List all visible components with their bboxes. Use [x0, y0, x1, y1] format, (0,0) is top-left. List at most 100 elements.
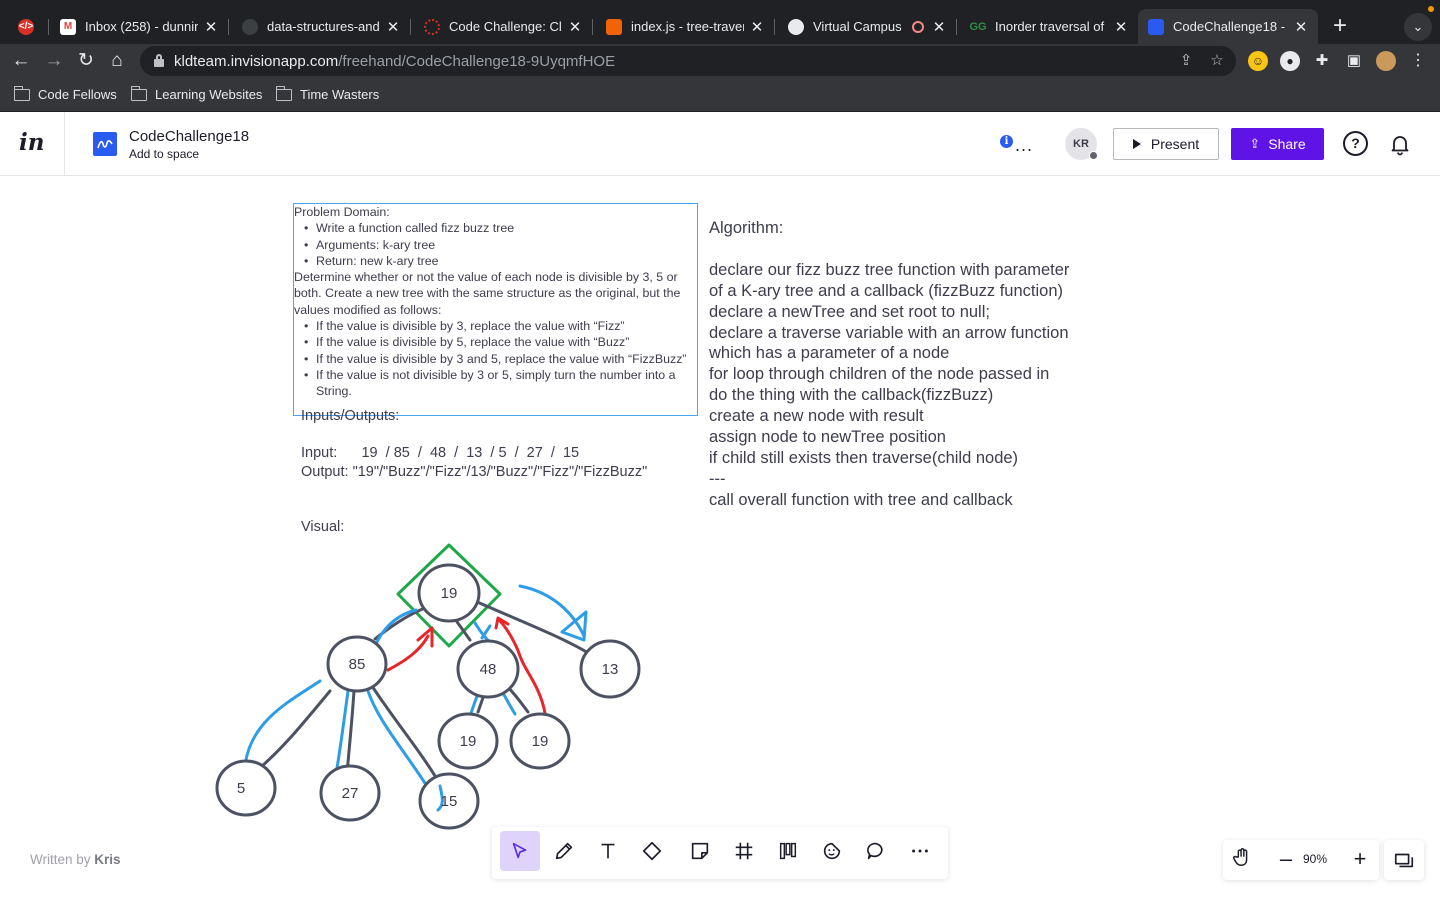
tab-gmail[interactable]: M Inbox (258) - dunnin ✕ — [50, 9, 229, 44]
close-tab-icon[interactable]: ✕ — [930, 18, 948, 36]
reload-button[interactable]: ↻ — [73, 48, 99, 74]
problem-description: Determine whether or not the value of ea… — [294, 270, 681, 317]
home-button[interactable]: ⌂ — [104, 48, 130, 74]
user-avatar[interactable]: KR — [1065, 128, 1098, 160]
add-to-space-link[interactable]: Add to space — [129, 147, 199, 161]
node-label: 19 — [441, 585, 458, 602]
stickers-tool[interactable] — [812, 831, 852, 871]
close-tab-icon[interactable]: ✕ — [566, 18, 584, 36]
bookmark-folder-learning-websites[interactable]: Learning Websites — [130, 85, 262, 102]
hand-pan-tool[interactable] — [1228, 846, 1256, 874]
rule-bullet: If the value is divisible by 5, replace … — [294, 334, 697, 351]
folder-icon — [13, 85, 30, 101]
bookmark-star-icon[interactable]: ☆ — [1208, 52, 1226, 70]
screens-icon — [1394, 853, 1414, 868]
rule-bullet: If the value is not divisible by 3 or 5,… — [294, 367, 697, 400]
share-page-icon[interactable]: ⇪ — [1177, 52, 1195, 70]
problem-bullets: Write a function called fizz buzz tree A… — [294, 220, 697, 269]
freehand-icon — [1148, 18, 1164, 35]
new-tab-button[interactable]: + — [1326, 13, 1354, 41]
pen-tool[interactable] — [544, 831, 584, 871]
close-tab-icon[interactable]: ✕ — [202, 18, 220, 36]
node-label: 15 — [441, 793, 458, 810]
shape-tool[interactable] — [632, 831, 672, 871]
layout-tool[interactable] — [768, 831, 808, 871]
share-button[interactable]: ⇪ Share — [1231, 128, 1324, 160]
share-icon: ⇪ — [1249, 136, 1261, 151]
browser-menu-icon[interactable]: ⋮ — [1408, 51, 1428, 71]
tab-title: Virtual Campus — [813, 19, 902, 34]
forward-button[interactable]: → — [41, 48, 67, 74]
sticky-note-tool[interactable] — [680, 831, 720, 871]
side-panel-icon[interactable]: ▣ — [1344, 51, 1364, 71]
visual-label: Visual: — [301, 519, 345, 535]
tab-github[interactable]: data-structures-and ✕ — [232, 9, 411, 44]
tab-search-button[interactable]: ⌄ — [1404, 13, 1432, 41]
address-bar[interactable]: kldteam.invisionapp.com/freehand/CodeCha… — [140, 46, 1236, 76]
frame-tool[interactable] — [724, 831, 764, 871]
inputs-outputs-label: Inputs/Outputs: — [301, 408, 400, 424]
sticky-note-icon — [691, 842, 709, 860]
algorithm-line: --- — [709, 469, 726, 488]
url-text[interactable]: kldteam.invisionapp.com/freehand/CodeCha… — [174, 53, 615, 70]
app-header: in CodeChallenge18 Add to space i ... KR… — [0, 112, 1440, 176]
tree-node-19-root — [417, 563, 481, 623]
close-tab-icon[interactable]: ✕ — [384, 18, 402, 36]
problem-domain-textbox[interactable]: Problem Domain: Write a function called … — [293, 203, 698, 416]
help-button[interactable]: ? — [1343, 131, 1368, 156]
tree-node-19-right — [509, 712, 571, 770]
browser-tab-strip: </> M Inbox (258) - dunnin ✕ data-struct… — [0, 0, 1440, 44]
tab-title: Code Challenge: Cla — [449, 19, 562, 34]
document-title[interactable]: CodeChallenge18 — [129, 128, 249, 145]
hand-icon — [1233, 848, 1248, 866]
notifications-bell-icon[interactable] — [1388, 132, 1412, 156]
circle-extension-icon[interactable]: ● — [1280, 51, 1300, 71]
algorithm-line: of a K-ary tree and a callback (fizzBuzz… — [709, 281, 1063, 300]
freehand-canvas[interactable]: Problem Domain: Write a function called … — [0, 176, 1440, 900]
presence-indicator — [1089, 151, 1098, 160]
root-highlight-diamond — [396, 543, 502, 648]
canvas-icon — [424, 18, 440, 35]
select-tool[interactable] — [500, 831, 540, 871]
close-tab-icon[interactable]: ✕ — [748, 18, 766, 36]
document-info-menu[interactable]: i ... — [1000, 131, 1033, 154]
node-label: 19 — [460, 733, 477, 750]
tab-replit[interactable]: index.js - tree-traver ✕ — [596, 9, 775, 44]
tab-codechallenge18[interactable]: CodeChallenge18 - I ✕ — [1138, 9, 1318, 44]
node-label: 13 — [602, 661, 619, 678]
comment-tool[interactable] — [856, 831, 896, 871]
lock-icon — [154, 54, 164, 67]
algorithm-line: declare our fizz buzz tree function with… — [709, 260, 1070, 279]
algorithm-line: do the thing with the callback(fizzBuzz) — [709, 386, 994, 405]
algorithm-line: for loop through children of the node pa… — [709, 365, 1050, 384]
close-tab-icon[interactable]: ✕ — [1292, 18, 1310, 36]
back-button[interactable]: ← — [8, 48, 34, 74]
invision-home[interactable]: in — [0, 112, 65, 176]
tab-pinned-devtools[interactable]: </> — [8, 9, 49, 44]
tree-node-48 — [456, 639, 520, 699]
tab-geeksforgeeks[interactable]: GG Inorder traversal of a ✕ — [960, 9, 1138, 44]
bookmark-folder-time-wasters[interactable]: Time Wasters — [275, 85, 379, 102]
globe-icon — [788, 18, 804, 35]
more-tools[interactable] — [900, 831, 940, 871]
zoom-out-button[interactable]: – — [1272, 846, 1300, 874]
folder-icon — [130, 85, 147, 101]
info-icon: i — [1000, 135, 1013, 148]
close-tab-icon[interactable]: ✕ — [1112, 18, 1130, 36]
algorithm-textbox[interactable]: Algorithm: declare our fizz buzz tree fu… — [709, 218, 1069, 511]
minimap-toggle[interactable] — [1384, 840, 1424, 880]
tab-virtual-campus[interactable]: Virtual Campus ✕ — [778, 9, 957, 44]
bookmark-folder-code-fellows[interactable]: Code Fellows — [13, 85, 117, 102]
zoom-in-button[interactable]: + — [1346, 846, 1374, 874]
profile-avatar[interactable] — [1376, 51, 1396, 71]
text-tool[interactable] — [588, 831, 628, 871]
zoom-level[interactable]: 90% — [1303, 852, 1327, 866]
bookmarks-bar: Code Fellows Learning Websites Time Wast… — [0, 78, 1440, 112]
present-button[interactable]: Present — [1113, 128, 1219, 160]
extensions-puzzle-icon[interactable]: ✚ — [1312, 51, 1332, 71]
written-by-credit: Written by Kris — [30, 852, 121, 867]
emoji-extension-icon[interactable]: ☺ — [1248, 51, 1268, 71]
browser-toolbar: ← → ↻ ⌂ kldteam.invisionapp.com/freehand… — [0, 44, 1440, 78]
tab-canvas[interactable]: Code Challenge: Cla ✕ — [414, 9, 593, 44]
input-line: Input: 19 / 85 / 48 / 13 / 5 / 27 / 15 — [301, 445, 580, 461]
